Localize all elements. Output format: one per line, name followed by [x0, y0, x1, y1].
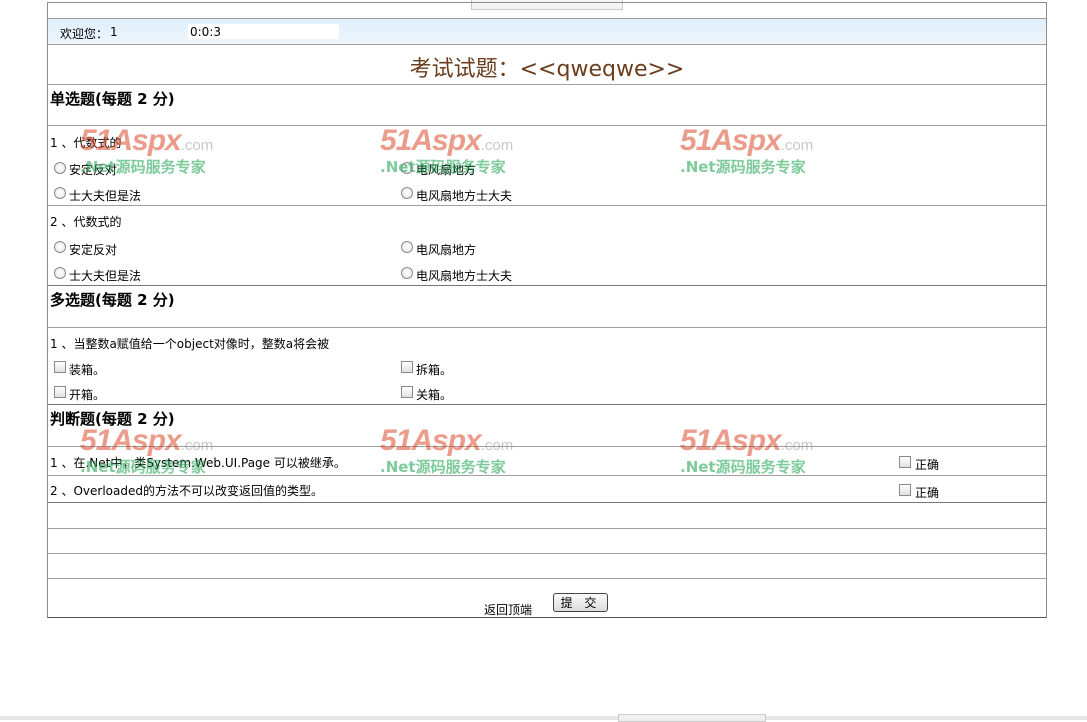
divider — [48, 502, 1046, 503]
option-label: 士大夫但是法 — [69, 269, 142, 283]
option-label: 拆箱。 — [416, 363, 453, 377]
radio-option[interactable] — [54, 241, 66, 253]
watermark: 51Aspx.com .Net源码服务专家 — [380, 124, 520, 180]
option-label: 安定反对 — [69, 243, 118, 257]
divider — [48, 84, 1046, 85]
watermark-slogan: .Net源码服务专家 — [380, 158, 506, 176]
option-label: 正确 — [915, 486, 940, 500]
checkbox-option[interactable] — [54, 361, 66, 373]
radio-option[interactable] — [54, 267, 66, 279]
option-label: 电风扇地方士大夫 — [416, 189, 513, 203]
checkbox-option[interactable] — [899, 456, 911, 468]
checkbox-option[interactable] — [54, 386, 66, 398]
watermark: 51Aspx.com .Net源码服务专家 — [680, 124, 820, 180]
watermark-logo: 51Aspx.com — [380, 124, 514, 157]
exam-title: 考试试题：<<qweqwe>> — [409, 57, 685, 82]
radio-option[interactable] — [401, 187, 413, 199]
option-label: 电风扇地方 — [416, 243, 477, 257]
option-label: 装箱。 — [69, 363, 106, 377]
watermark-logo: 51Aspx.com — [80, 124, 214, 157]
divider — [48, 528, 1046, 529]
watermark-slogan: .Net源码服务专家 — [680, 158, 806, 176]
divider — [48, 327, 1046, 328]
radio-option[interactable] — [54, 187, 66, 199]
radio-option[interactable] — [401, 267, 413, 279]
option-label: 电风扇地方士大夫 — [416, 269, 513, 283]
divider — [48, 553, 1046, 554]
option-label: 关箱。 — [416, 388, 453, 402]
watermark: 51Aspx.com .Net源码服务专家 — [80, 124, 220, 180]
question-text: 2 、代数式的 — [50, 215, 122, 229]
divider — [48, 578, 1046, 579]
question-text: 1 、当整数a赋值给一个object对像时，整数a将会被 — [50, 337, 330, 351]
radio-option[interactable] — [54, 162, 66, 174]
option-label: 正确 — [915, 458, 940, 472]
watermark-slogan: .Net源码服务专家 — [80, 458, 206, 476]
welcome-label: 欢迎您： — [60, 27, 109, 41]
welcome-user: 1 — [110, 25, 118, 39]
submit-button[interactable]: 提 交 — [553, 593, 608, 612]
radio-option[interactable] — [401, 241, 413, 253]
option-label: 士大夫但是法 — [69, 189, 142, 203]
bottom-tab — [618, 714, 766, 722]
question-text: 2 、Overloaded的方法不可以改变返回值的类型。 — [50, 484, 323, 498]
exam-frame — [47, 2, 1047, 618]
divider — [48, 285, 1046, 286]
watermark-logo: 51Aspx.com — [380, 424, 514, 457]
checkbox-option[interactable] — [401, 386, 413, 398]
watermark-slogan: .Net源码服务专家 — [680, 458, 806, 476]
watermark-logo: 51Aspx.com — [680, 124, 814, 157]
watermark: 51Aspx.com .Net源码服务专家 — [80, 424, 220, 480]
single-choice-title: 单选题(每题 2 分) — [50, 90, 175, 108]
watermark-logo: 51Aspx.com — [80, 424, 214, 457]
watermark-slogan: .Net源码服务专家 — [80, 158, 206, 176]
watermark: 51Aspx.com .Net源码服务专家 — [680, 424, 820, 480]
option-label: 开箱。 — [69, 388, 106, 402]
checkbox-option[interactable] — [899, 484, 911, 496]
back-to-top-link[interactable]: 返回顶端 — [484, 601, 532, 618]
watermark-logo: 51Aspx.com — [680, 424, 814, 457]
watermark: 51Aspx.com .Net源码服务专家 — [380, 424, 520, 480]
divider — [48, 44, 1046, 45]
multi-choice-title: 多选题(每题 2 分) — [50, 291, 175, 309]
timer: 0:0:3 — [190, 25, 221, 39]
bottom-scroll-area — [0, 716, 1087, 720]
divider — [48, 205, 1046, 206]
divider — [48, 404, 1046, 405]
checkbox-option[interactable] — [401, 361, 413, 373]
watermark-slogan: .Net源码服务专家 — [380, 458, 506, 476]
